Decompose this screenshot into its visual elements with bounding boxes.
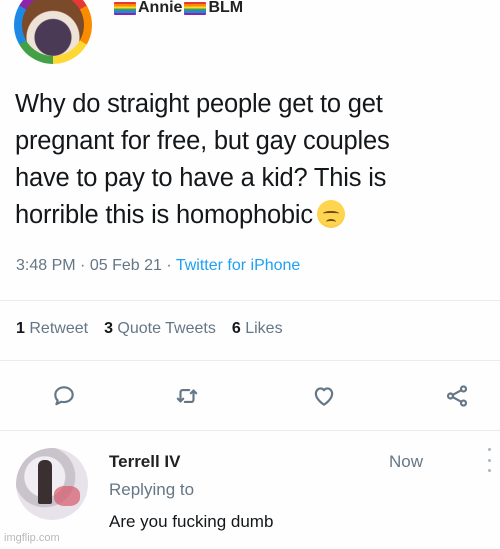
pride-flag-icon — [184, 1, 207, 15]
pensive-face-icon — [316, 200, 345, 228]
avatar-detail — [54, 486, 80, 506]
tweet-meta: 3:48 PM · 05 Feb 21 · Twitter for iPhone — [16, 257, 300, 275]
reply-author-avatar[interactable] — [16, 448, 88, 520]
likes-label: Likes — [245, 320, 283, 337]
author-avatar-image — [22, 0, 84, 56]
quotes-count: 3 — [104, 320, 113, 337]
reply-icon — [54, 386, 74, 406]
retweet-button[interactable] — [171, 380, 203, 412]
likes-count: 6 — [231, 320, 241, 337]
tweet-text-line: have to pay to have a kid? This is — [15, 164, 387, 192]
retweets-count: 1 — [16, 320, 25, 337]
tweet-date: 05 Feb 21 — [89, 257, 162, 274]
tweet-source-link[interactable]: Twitter for iPhone — [176, 257, 301, 274]
retweets-label: Retweet — [29, 320, 89, 337]
meta-separator: · — [166, 257, 172, 274]
watermark: imgflip.com — [4, 532, 60, 544]
retweet-icon — [176, 388, 198, 404]
reply-button[interactable] — [48, 380, 80, 412]
share-button[interactable] — [441, 380, 473, 412]
tweet-text-line: horrible this is homophobic — [15, 201, 313, 229]
share-icon — [446, 385, 468, 407]
tweet-text-line-last: horrible this is homophobic — [15, 197, 495, 234]
like-button[interactable] — [308, 380, 340, 412]
reply-author-name[interactable]: Terrell IV — [109, 452, 181, 472]
tweet-text: Why do straight people get to get pregna… — [15, 86, 495, 234]
meta-separator: · — [80, 257, 86, 274]
tweet-stats: 1 Retweet 3 Quote Tweets 6 Likes — [16, 320, 283, 338]
pride-flag-icon — [114, 1, 136, 15]
more-options-icon[interactable] — [486, 448, 492, 472]
reply-time: Now — [389, 452, 424, 471]
tweet-text-line: Why do straight people get to get — [15, 90, 383, 118]
quotes-label: Quote Tweets — [117, 320, 216, 337]
dot — [487, 458, 491, 462]
author-name-suffix: BLM — [208, 0, 244, 16]
quotes-stat[interactable]: 3 Quote Tweets — [104, 320, 216, 338]
tweet-text-line: pregnant for free, but gay couples — [15, 127, 390, 155]
author-name: Annie — [138, 0, 183, 16]
tweet-time: 3:48 PM — [16, 257, 76, 274]
avatar-figure — [38, 460, 52, 504]
replying-to-label: Replying to — [109, 480, 195, 499]
likes-stat[interactable]: 6 Likes — [232, 320, 283, 338]
tweet-screenshot: Annie BLM Why do straight people get to … — [0, 0, 500, 549]
divider — [0, 360, 500, 361]
heart-icon — [314, 387, 334, 406]
author-avatar[interactable] — [14, 0, 92, 64]
author-display-name[interactable]: Annie BLM — [114, 0, 243, 17]
divider — [0, 300, 500, 301]
retweets-stat[interactable]: 1 Retweet — [16, 320, 88, 338]
dot — [487, 469, 491, 472]
reply-text: Are you fucking dumb — [109, 512, 274, 531]
divider — [0, 430, 500, 431]
tweet-action-bar — [0, 380, 500, 416]
dot — [487, 448, 491, 451]
